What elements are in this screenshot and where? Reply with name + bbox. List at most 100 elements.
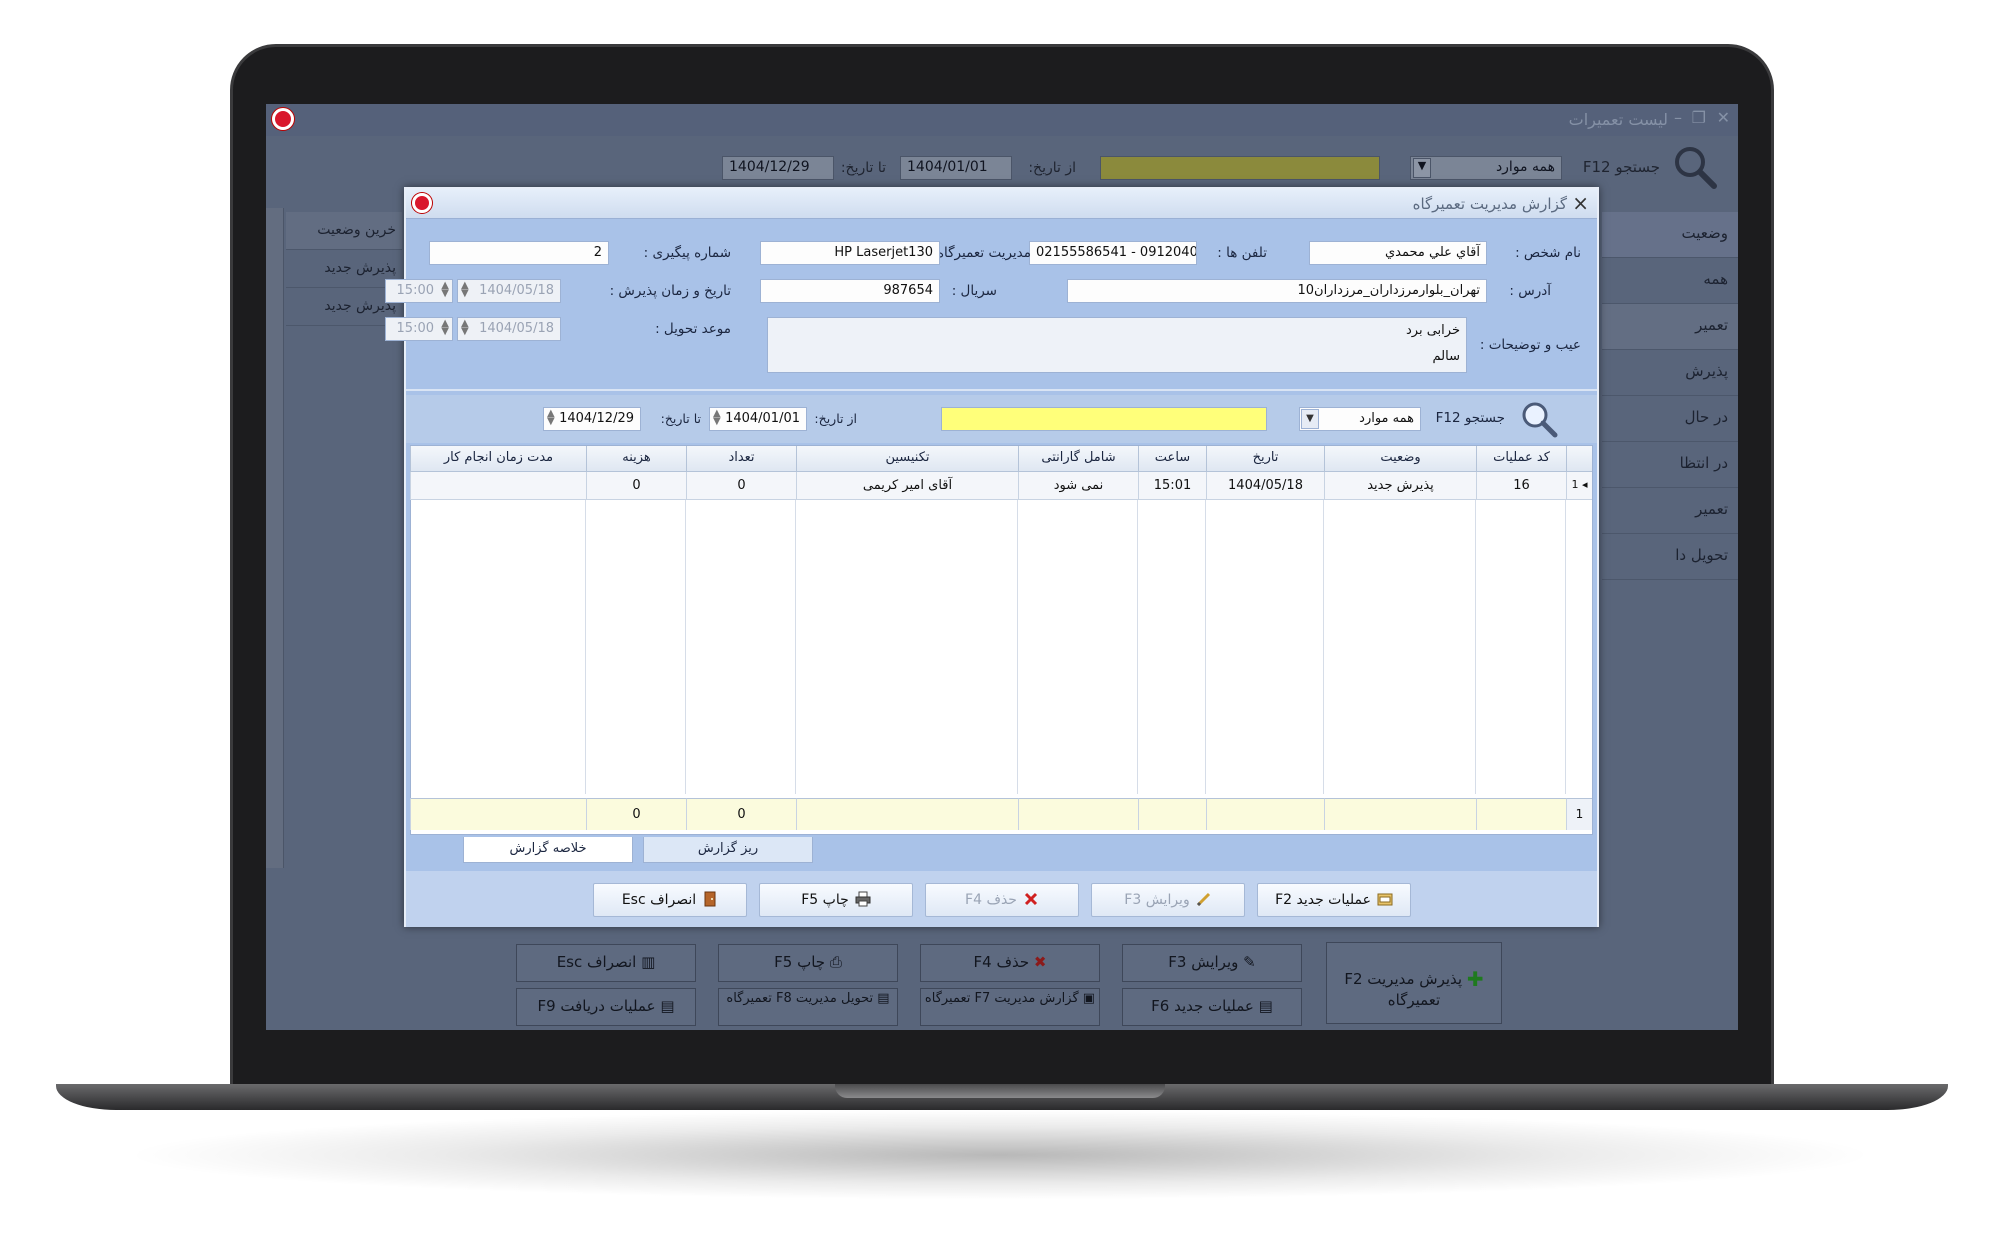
spin-icon[interactable]: ▲ ▼ [461,281,469,299]
table-cell[interactable]: 0 [686,472,796,500]
column-header[interactable]: ساعت [1138,446,1206,472]
laptop-notch [835,1084,1165,1098]
footer-cell [410,798,586,830]
admit-button[interactable]: ✚ پذیرش مدیریت F2 تعمیرگاه [1326,942,1502,1024]
table-cell[interactable]: 1404/05/18 [1206,472,1324,500]
admit-date-field[interactable]: ▲ ▼ 1404/05/18 [457,279,561,303]
tab-summary-report[interactable]: خلاصه گزارش [463,837,633,863]
column-header[interactable]: مدت زمان انجام کار [410,446,586,472]
row-indicator[interactable]: ◂ 1 [1566,472,1592,500]
tracking-field[interactable]: 2 [429,241,609,265]
main-print-button[interactable]: ⎙ چاپ F5 [718,944,898,982]
main-close-icon[interactable]: ✕ [1717,108,1730,127]
dialog-from-date[interactable]: ▲ ▼ 1404/01/01 [709,407,807,431]
left-grid-header: خرین وضعیت [286,212,402,250]
spin-icon[interactable]: ▲ ▼ [547,409,555,427]
tab-detail-report[interactable]: ریز گزارش [643,837,813,863]
dialog-logo-icon [412,193,432,213]
table-cell[interactable] [410,472,586,500]
main-search-icon[interactable] [1672,144,1718,190]
status-item-in-progress[interactable]: در حال [1602,396,1738,442]
open-icon [1377,893,1393,906]
footer-cell [1206,798,1324,830]
dialog-close-icon[interactable]: × [1572,191,1589,215]
grid-line [1017,500,1018,794]
main-button-bar: ✚ پذیرش مدیریت F2 تعمیرگاه ✎ ویرایش F3 ▤… [266,936,1738,1030]
status-item-delivered[interactable]: تحویل دا [1602,534,1738,580]
main-search-input[interactable] [1100,156,1380,180]
main-delete-button[interactable]: ✖ حذف F4 [920,944,1100,982]
dialog-search-label: جستجو F12 [1435,410,1505,426]
status-item-repaired[interactable]: تعمیر [1602,488,1738,534]
status-item-repair[interactable]: تعمیر [1602,304,1738,350]
delivery-time-field[interactable]: ▲ ▼ 15:00 [385,317,453,341]
report-tabs: ریز گزارش خلاصه گزارش [410,837,1593,865]
cancel-button[interactable]: انصراف Esc [593,883,747,917]
status-item-admit[interactable]: پذیرش [1602,350,1738,396]
table-cell[interactable]: نمی شود [1018,472,1138,500]
table-cell[interactable]: پذیرش جدید [1324,472,1476,500]
dialog-category-select[interactable]: همه موارد ▼ [1299,407,1421,431]
main-from-date[interactable]: 1404/01/01 [900,156,1012,180]
spin-icon[interactable]: ▲ ▼ [441,319,449,337]
main-new-ops-button[interactable]: ▤ عملیات جدید F6 [1122,988,1302,1026]
column-header[interactable]: شامل گارانتی [1018,446,1138,472]
person-field[interactable]: آقاي علي محمدي [1309,241,1487,265]
table-cell[interactable]: 16 [1476,472,1566,500]
plus-icon: ✚ [1466,967,1484,991]
status-item-all[interactable]: همه [1602,258,1738,304]
dialog-from-label: از تاریخ: [814,411,857,426]
edit-button[interactable]: ویرایش F3 [1091,883,1245,917]
main-receive-ops-button[interactable]: ▤ عملیات دریافت F9 [516,988,696,1026]
grid-line [1475,500,1476,794]
dialog-search-input[interactable] [941,407,1267,431]
main-search-label: جستجو F12 [1582,158,1660,176]
admit-time-field[interactable]: ▲ ▼ 15:00 [385,279,453,303]
defect-textarea[interactable]: خرابی برد سالم [767,317,1467,373]
exit-door-icon [704,891,716,907]
main-to-label: تا تاریخ: [840,160,886,176]
column-header[interactable]: کد عملیات [1476,446,1566,472]
address-label: آدرس : [1509,283,1551,299]
delete-button[interactable]: حذف F4 [925,883,1079,917]
footer-count-total: 0 [686,798,796,830]
table-cell[interactable]: 0 [586,472,686,500]
main-category-select[interactable]: همه موارد ▼ [1410,156,1562,180]
column-header[interactable]: وضعیت [1324,446,1476,472]
column-header[interactable]: هزینه [586,446,686,472]
phones-field[interactable]: 02155586541 - 09120408310 [1029,241,1197,265]
new-ops-button[interactable]: عملیات جدید F2 [1257,883,1411,917]
spin-icon[interactable]: ▲ ▼ [461,319,469,337]
screen: لیست تعمیرات ✕ ❐ – جستجو F12 همه موارد ▼… [266,104,1738,1030]
footer-cell [1476,798,1566,830]
main-restore-icon[interactable]: ❐ [1692,108,1706,127]
spin-icon[interactable]: ▲ ▼ [713,409,721,427]
main-report-button[interactable]: ▣ گزارش مدیریت F7 تعمیرگاه [920,988,1100,1026]
repair-field[interactable]: HP Laserjet130 [760,241,940,265]
pencil-icon [1196,892,1210,907]
search-icon[interactable] [1519,399,1559,439]
print-button[interactable]: چاپ F5 [759,883,913,917]
footer-cell [1138,798,1206,830]
spin-icon[interactable]: ▲ ▼ [441,281,449,299]
table-cell[interactable]: 15:01 [1138,472,1206,500]
serial-field[interactable]: 987654 [760,279,940,303]
main-to-date[interactable]: 1404/12/29 [722,156,834,180]
delivery-date-field[interactable]: ▲ ▼ 1404/05/18 [457,317,561,341]
status-sidebar-header: وضعیت [1602,212,1738,258]
column-header[interactable]: تکنیسین [796,446,1018,472]
main-cancel-button[interactable]: ▥ انصراف Esc [516,944,696,982]
column-header[interactable]: تعداد [686,446,796,472]
table-cell[interactable]: آقای امیر کریمی [796,472,1018,500]
main-left-scrollbar[interactable] [266,208,284,868]
row-indicator-header [1566,446,1592,472]
column-header[interactable]: تاریخ [1206,446,1324,472]
main-deliver-button[interactable]: ▤ تحویل مدیریت F8 تعمیرگاه [718,988,898,1026]
address-field[interactable]: تهران_بلوارمرزداران_مرزداران10 [1067,279,1487,303]
dialog-button-bar: عملیات جدید F2 ویرایش F3 حذف F4 چاپ F5 ا… [406,871,1597,927]
main-edit-button[interactable]: ✎ ویرایش F3 [1122,944,1302,982]
footer-cell [796,798,1018,830]
dialog-to-date[interactable]: ▲ ▼ 1404/12/29 [543,407,641,431]
status-item-waiting[interactable]: در انتظا [1602,442,1738,488]
main-minimize-icon[interactable]: – [1674,108,1682,127]
